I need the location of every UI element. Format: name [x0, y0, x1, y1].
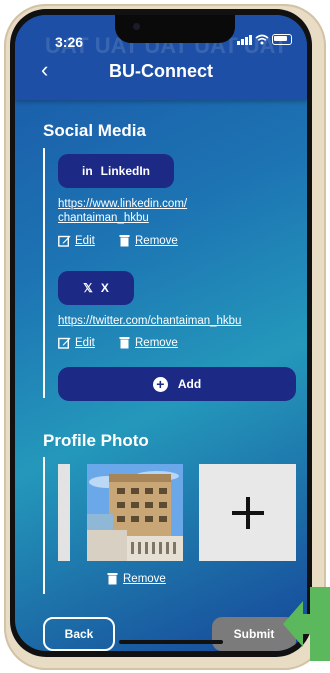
cellular-signal-icon — [237, 34, 252, 45]
app-header: UAT UAT UAT UAT UAT 3:26 ‹ BU-Connect — [15, 15, 307, 100]
plus-icon — [231, 496, 264, 529]
profile-photo-divider — [43, 457, 45, 594]
x-url-line1: https://twitter.com/chantaiman_hkbu — [58, 315, 242, 327]
x-platform-pill: 𝕏 X — [58, 271, 134, 305]
building-photo — [87, 464, 183, 561]
x-remove-button[interactable]: Remove — [118, 336, 178, 349]
linkedin-label: LinkedIn — [100, 164, 150, 178]
profile-photo-heading: Profile Photo — [43, 431, 149, 450]
trash-icon — [107, 573, 118, 585]
x-label: X — [100, 281, 109, 295]
camera-notch — [115, 15, 235, 43]
profile-photo-thumbnail[interactable] — [87, 464, 183, 561]
add-photo-button[interactable] — [199, 464, 296, 561]
pointer-arrow-icon — [283, 587, 330, 661]
linkedin-platform-pill: in LinkedIn — [58, 154, 174, 188]
app-screen: UAT UAT UAT UAT UAT 3:26 ‹ BU-Connect So… — [15, 15, 307, 651]
back-button[interactable]: Back — [43, 617, 115, 651]
linkedin-edit-button[interactable]: Edit — [58, 234, 95, 247]
social-media-divider — [43, 148, 45, 398]
linkedin-url-line1: https://www.linkedin.com/ — [58, 198, 188, 210]
battery-icon — [272, 34, 292, 45]
linkedin-url-link[interactable]: https://www.linkedin.com/ chantaiman_hkb… — [58, 197, 187, 225]
x-url-link[interactable]: https://twitter.com/chantaiman_hkbu — [58, 314, 241, 328]
remove-label: Remove — [135, 234, 178, 247]
trash-icon — [119, 235, 130, 247]
home-indicator — [119, 640, 223, 644]
status-icons — [237, 34, 292, 45]
edit-label: Edit — [75, 234, 95, 247]
previous-photo-edge[interactable] — [58, 464, 70, 561]
page-title: BU-Connect — [109, 61, 213, 81]
linkedin-url-line2: chantaiman_hkbu — [58, 212, 149, 224]
edit-icon — [58, 235, 71, 247]
remove-photo-button[interactable]: Remove — [106, 572, 166, 585]
plus-circle-icon: + — [152, 376, 168, 392]
wifi-icon — [255, 34, 269, 45]
x-edit-button[interactable]: Edit — [58, 336, 95, 349]
remove-photo-label: Remove — [123, 572, 166, 585]
social-media-heading: Social Media — [43, 121, 146, 140]
remove-label: Remove — [135, 336, 178, 349]
x-logo-icon: 𝕏 — [83, 281, 93, 295]
trash-icon — [119, 337, 130, 349]
edit-icon — [58, 337, 71, 349]
edit-label: Edit — [75, 336, 95, 349]
add-social-media-button[interactable]: + Add — [58, 367, 296, 401]
add-label: Add — [177, 377, 202, 391]
linkedin-icon: in — [81, 164, 93, 178]
status-time: 3:26 — [55, 34, 84, 50]
linkedin-remove-button[interactable]: Remove — [118, 234, 178, 247]
